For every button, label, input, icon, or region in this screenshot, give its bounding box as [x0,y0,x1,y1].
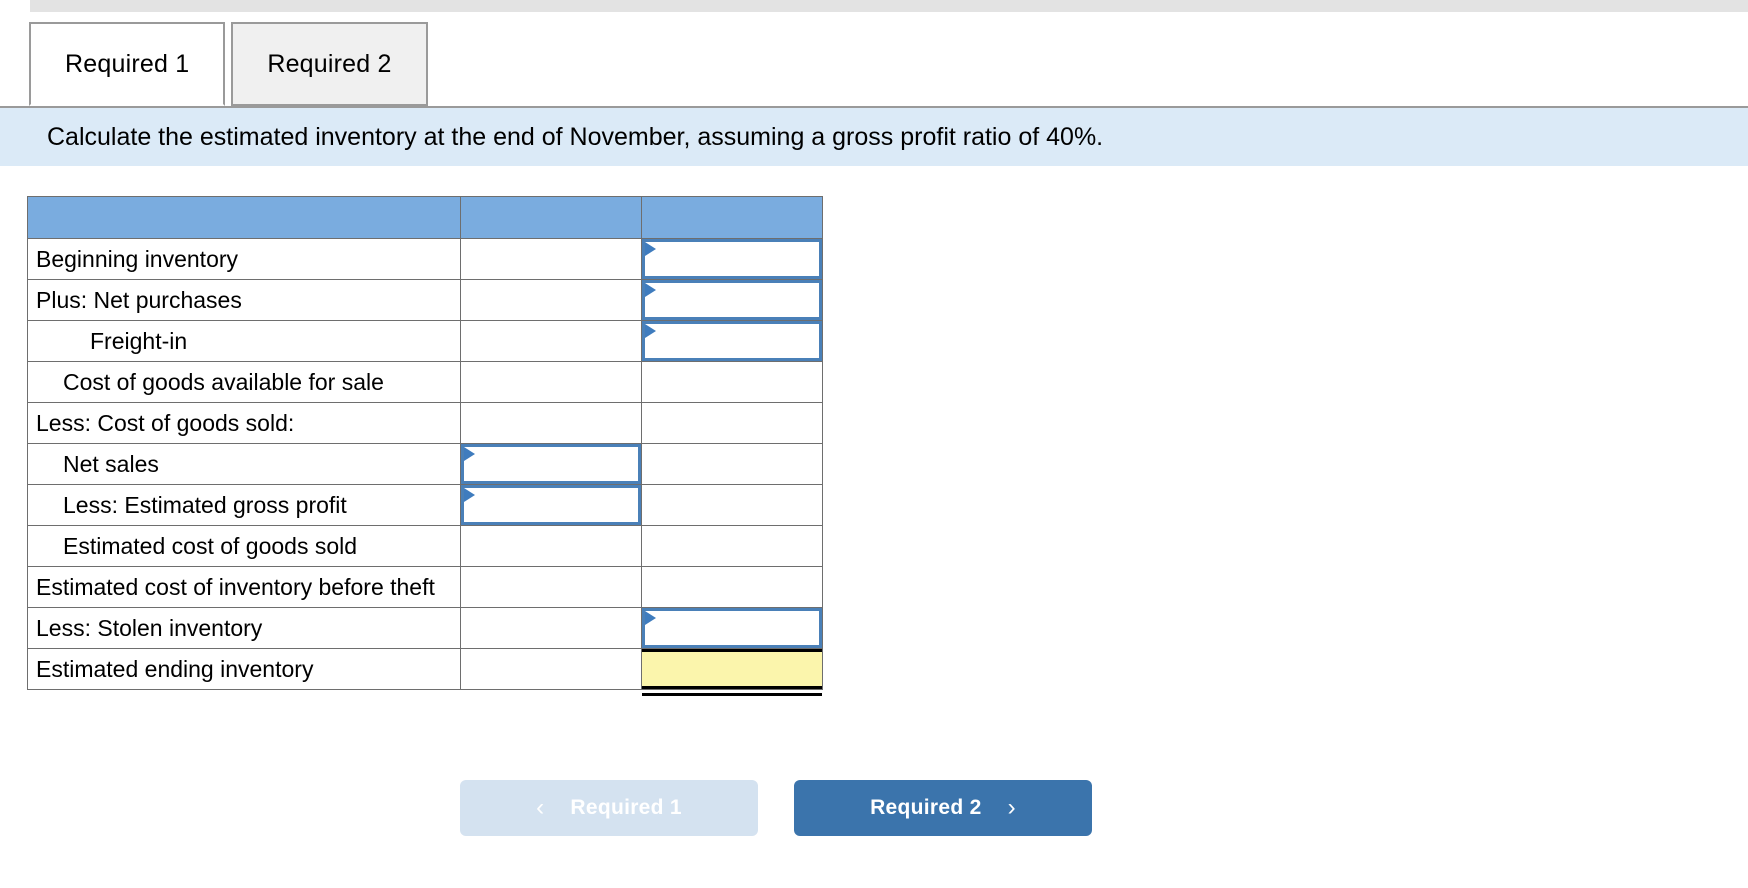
worksheet-row-label-cell: Estimated cost of inventory before theft [27,566,461,608]
worksheet-body: Beginning inventory Plus: Net purchases Fr… [27,196,823,696]
worksheet-input-right-row-2[interactable] [641,320,823,362]
worksheet-row-label-cell: Plus: Net purchases [27,279,461,321]
table-row: Estimated cost of goods sold [27,525,823,567]
table-row: Estimated ending inventory [27,648,823,696]
worksheet-cell-mid-row-2 [460,320,642,362]
table-row: Net sales [27,443,823,485]
worksheet-cell-mid-row-10 [460,648,642,690]
next-required-2-button[interactable]: Required 2 › [794,780,1092,836]
instruction-banner: Calculate the estimated inventory at the… [0,106,1748,166]
worksheet-row-label-cell: Estimated ending inventory [27,648,461,690]
next-button-label: Required 2 [870,796,982,819]
worksheet-cell-right-row-6 [641,484,823,526]
worksheet-row-label-cell: Net sales [27,443,461,485]
worksheet-row-label: Estimated cost of goods sold [63,532,358,559]
worksheet-container: Beginning inventory Plus: Net purchases Fr… [27,196,823,696]
worksheet-input-right-row-1[interactable] [641,279,823,321]
worksheet-cell-mid-row-8 [460,566,642,608]
worksheet-cell-right-row-8 [641,566,823,608]
worksheet-row-label: Beginning inventory [36,245,239,272]
top-gray-strip [30,0,1748,12]
worksheet-input-mid-row-6[interactable] [460,484,642,526]
worksheet-row-label: Freight-in [90,327,188,354]
worksheet-row-label: Net sales [63,450,159,477]
table-row: Beginning inventory [27,238,823,280]
worksheet-row-label: Less: Estimated gross profit [63,491,347,518]
worksheet-input-right-row-0[interactable] [641,238,823,280]
worksheet-row-label: Estimated ending inventory [36,655,314,682]
cell-marker-triangle-icon [464,447,475,461]
input-box[interactable] [642,321,822,361]
tab-required-1-label: Required 1 [65,49,190,78]
worksheet-row-label: Estimated cost of inventory before theft [36,573,435,600]
navigation-bar: ‹ Required 1 Required 2 › [460,780,1092,836]
prev-required-1-button[interactable]: ‹ Required 1 [460,780,758,836]
worksheet-cell-right-row-4 [641,402,823,444]
cell-marker-triangle-icon [645,611,656,625]
tab-required-1[interactable]: Required 1 [29,22,226,106]
worksheet-input-mid-row-5[interactable] [460,443,642,485]
worksheet-answer-cell-row-10 [641,648,823,696]
chevron-left-icon: ‹ [536,794,545,821]
worksheet-cell-mid-row-9 [460,607,642,649]
input-box[interactable] [461,444,641,484]
worksheet-row-label: Less: Stolen inventory [36,614,263,641]
worksheet-row-label-cell: Less: Stolen inventory [27,607,461,649]
worksheet-cell-mid-row-3 [460,361,642,403]
tab-required-2-label: Required 2 [267,49,392,78]
tab-bar: Required 1 Required 2 [29,22,428,106]
table-row: Less: Estimated gross profit [27,484,823,526]
cell-marker-triangle-icon [464,488,475,502]
worksheet-row-label-cell: Freight-in [27,320,461,362]
chevron-right-icon: › [1007,794,1016,821]
worksheet-row-label: Cost of goods available for sale [63,368,384,395]
worksheet-cell-mid-row-1 [460,279,642,321]
worksheet-header-row [27,196,823,239]
worksheet-cell-right-row-5 [641,443,823,485]
cell-marker-triangle-icon [645,283,656,297]
table-row: Plus: Net purchases [27,279,823,321]
worksheet-cell-right-row-7 [641,525,823,567]
table-row: Freight-in [27,320,823,362]
worksheet-cell-right-row-3 [641,361,823,403]
input-box[interactable] [642,608,822,648]
table-row: Less: Stolen inventory [27,607,823,649]
worksheet-row-label-cell: Less: Estimated gross profit [27,484,461,526]
worksheet-row-label: Less: Cost of goods sold: [36,409,295,436]
double-underline-rule [642,693,822,696]
worksheet-row-label-cell: Less: Cost of goods sold: [27,402,461,444]
cell-marker-triangle-icon [645,242,656,256]
worksheet-header-cell-2 [641,196,823,239]
input-box[interactable] [461,485,641,525]
worksheet-cell-mid-row-4 [460,402,642,444]
table-row: Cost of goods available for sale [27,361,823,403]
prev-button-label: Required 1 [570,796,682,819]
answer-box [642,649,822,689]
cell-marker-triangle-icon [645,324,656,338]
worksheet-cell-mid-row-0 [460,238,642,280]
table-row: Less: Cost of goods sold: [27,402,823,444]
worksheet-row-label-cell: Estimated cost of goods sold [27,525,461,567]
table-row: Estimated cost of inventory before theft [27,566,823,608]
inventory-worksheet-table: Beginning inventory Plus: Net purchases Fr… [27,196,823,696]
input-box[interactable] [642,280,822,320]
worksheet-header-cell-1 [460,196,642,239]
input-box[interactable] [642,239,822,279]
worksheet-input-right-row-9[interactable] [641,607,823,649]
worksheet-header-cell-0 [27,196,461,239]
instruction-text: Calculate the estimated inventory at the… [47,122,1104,151]
worksheet-cell-mid-row-7 [460,525,642,567]
tab-required-2[interactable]: Required 2 [231,22,428,106]
worksheet-row-label-cell: Cost of goods available for sale [27,361,461,403]
worksheet-row-label: Plus: Net purchases [36,286,242,313]
worksheet-row-label-cell: Beginning inventory [27,238,461,280]
